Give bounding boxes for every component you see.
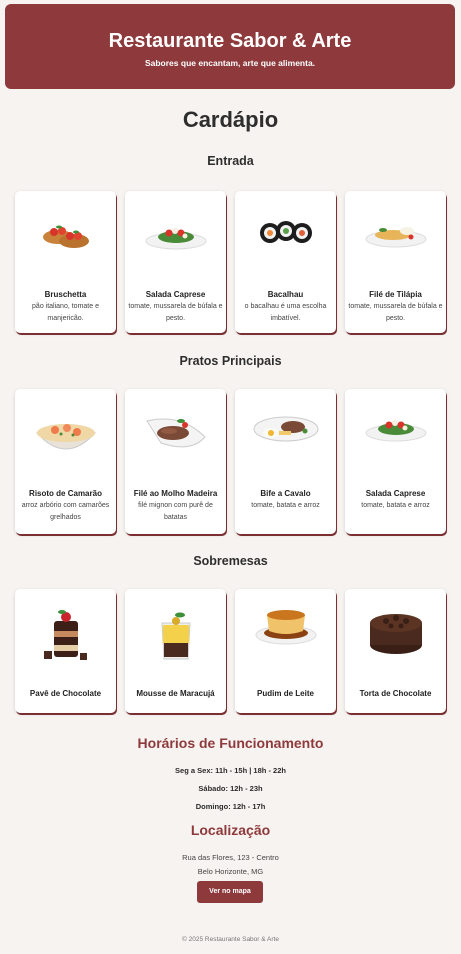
- dish-description: pão italiano, tomate e manjericão.: [32, 303, 99, 322]
- dish-name: Bruschetta: [44, 290, 87, 299]
- dish-description: tomate, batata e arroz: [251, 502, 320, 509]
- dish-name: Filé de Tilápia: [369, 290, 422, 299]
- pudding-image: [235, 599, 336, 669]
- menu-card[interactable]: Risoto de Camarão arroz arbório com cama…: [15, 389, 116, 534]
- menu-title: Cardápio: [182, 107, 279, 132]
- salad-image: [345, 401, 446, 471]
- footer-copyright: © 2025 Restaurante Sabor & Arte: [182, 936, 279, 943]
- hours-saturday: Sábado: 12h - 23h: [198, 784, 263, 793]
- dish-description: tomate, batata e arroz: [361, 502, 430, 509]
- menu-card[interactable]: Torta de Chocolate: [345, 589, 446, 713]
- dish-description: tomate, mussarela de búfala e pesto.: [128, 303, 223, 322]
- menu-card[interactable]: Bife a Cavalo tomate, batata e arroz: [235, 389, 336, 534]
- menu-card[interactable]: Salada Caprese tomate, mussarela de búfa…: [125, 191, 226, 333]
- address-line-2: Belo Horizonte, MG: [197, 867, 264, 876]
- section-title-sobremesas: Sobremesas: [193, 554, 268, 568]
- menu-card[interactable]: Bruschetta pão italiano, tomate e manjer…: [15, 191, 116, 333]
- sushi-image: [235, 199, 336, 269]
- hours-weekday: Seg a Sex: 11h - 15h | 18h - 22h: [175, 766, 286, 775]
- dish-description: filé mignon com purê de batatas: [138, 502, 213, 521]
- section-title-pratos-principais: Pratos Principais: [179, 354, 282, 368]
- section-title-entrada: Entrada: [207, 154, 254, 168]
- dish-description: arroz arbório com camarões grelhados: [21, 502, 110, 521]
- dish-description: o bacalhau é uma escolha imbatível.: [244, 303, 327, 322]
- view-map-button[interactable]: Ver no mapa: [197, 881, 263, 903]
- dish-name: Bacalhau: [267, 290, 304, 299]
- location-title: Localização: [190, 822, 271, 838]
- dish-name: Bife a Cavalo: [260, 489, 311, 498]
- dish-description: tomate, mussarela de búfala e pesto.: [348, 303, 443, 322]
- bruschetta-image: [15, 199, 116, 269]
- dish-name: Risoto de Camarão: [29, 489, 102, 498]
- dish-name: Salada Caprese: [365, 489, 426, 498]
- menu-card[interactable]: Filé de Tilápia tomate, mussarela de búf…: [345, 191, 446, 333]
- dish-name: Pudim de Leite: [257, 689, 314, 698]
- risotto-image: [15, 403, 116, 473]
- chocolate-dessert-image: [15, 601, 116, 671]
- chocolate-cake-image: [345, 599, 446, 669]
- hours-sunday: Domingo: 12h - 17h: [195, 802, 266, 811]
- dish-name: Salada Caprese: [145, 290, 206, 299]
- address-line-1: Rua das Flores, 123 - Centro: [182, 853, 279, 862]
- menu-card[interactable]: Pavê de Chocolate: [15, 589, 116, 713]
- menu-card[interactable]: Pudim de Leite: [235, 589, 336, 713]
- menu-card[interactable]: Bacalhau o bacalhau é uma escolha imbatí…: [235, 191, 336, 333]
- mousse-image: [125, 601, 226, 671]
- dish-name: Pavê de Chocolate: [29, 689, 102, 698]
- fish-fillet-image: [345, 199, 446, 269]
- steak-image: [125, 403, 226, 473]
- menu-card[interactable]: Mousse de Maracujá: [125, 589, 226, 713]
- salad-image: [125, 199, 226, 269]
- site-header: Restaurante Sabor & Arte Sabores que enc…: [5, 4, 455, 89]
- dish-name: Mousse de Maracujá: [136, 689, 215, 698]
- dish-name: Filé ao Molho Madeira: [133, 489, 218, 498]
- menu-card[interactable]: Filé ao Molho Madeira filé mignon com pu…: [125, 389, 226, 534]
- hours-title: Horários de Funcionamento: [137, 735, 324, 751]
- steak-egg-image: [235, 401, 336, 471]
- tagline: Sabores que encantam, arte que alimenta.: [144, 58, 316, 68]
- menu-card[interactable]: Salada Caprese tomate, batata e arroz: [345, 389, 446, 534]
- dish-name: Torta de Chocolate: [359, 689, 432, 698]
- restaurant-name: Restaurante Sabor & Arte: [108, 30, 352, 52]
